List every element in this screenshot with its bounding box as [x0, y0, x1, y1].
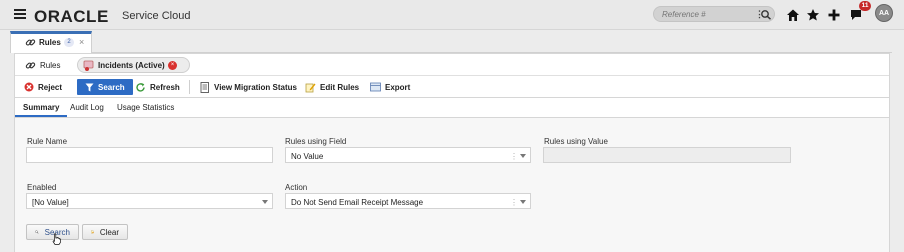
- refresh-button[interactable]: Refresh: [135, 79, 180, 95]
- add-icon[interactable]: [827, 8, 841, 22]
- tab-summary[interactable]: Summary: [23, 103, 59, 112]
- reference-search-box: ⋮: [653, 6, 775, 22]
- tab-rules[interactable]: Rules 2 ×: [10, 31, 92, 53]
- sub-tab-label: Rules: [40, 60, 61, 70]
- rules-panel: Rules Incidents (Active) × Reject Search: [14, 53, 890, 252]
- edit-rules-button[interactable]: Edit Rules: [305, 79, 359, 95]
- tab-count-badge: 2: [64, 38, 74, 47]
- home-icon[interactable]: [786, 8, 800, 22]
- star-icon[interactable]: [806, 8, 820, 22]
- toolbar-divider: [189, 80, 190, 94]
- document-icon: [200, 81, 209, 93]
- reject-button[interactable]: Reject: [24, 79, 62, 95]
- active-tab-indicator: [15, 115, 67, 117]
- clear-icon: [91, 230, 94, 234]
- rules-using-field-select[interactable]: No Value ⋮: [285, 147, 531, 163]
- search-icon: [35, 230, 39, 234]
- edit-rules-label: Edit Rules: [320, 82, 360, 92]
- view-tabs: Summary Audit Log Usage Statistics: [15, 98, 889, 118]
- action-select[interactable]: Do Not Send Email Receipt Message ⋮: [285, 193, 531, 209]
- link-icon: [25, 39, 36, 46]
- chevron-down-icon: [520, 200, 526, 204]
- search-toolbar-button[interactable]: Search: [77, 79, 133, 95]
- workspace-tab-bar: Rules 2 ×: [10, 31, 892, 53]
- incident-icon: [83, 60, 94, 71]
- search-icon[interactable]: [760, 9, 772, 20]
- export-button[interactable]: Export: [370, 79, 410, 95]
- reject-label: Reject: [38, 82, 63, 92]
- export-icon: [370, 82, 381, 92]
- view-migration-status-button[interactable]: View Migration Status: [200, 79, 297, 95]
- enabled-label: Enabled: [27, 183, 57, 192]
- close-icon[interactable]: ×: [168, 61, 177, 70]
- close-icon[interactable]: ×: [79, 37, 84, 47]
- brand-logo: ORACLE: [34, 7, 109, 26]
- avatar[interactable]: AA: [875, 4, 893, 22]
- product-name: Service Cloud: [122, 10, 191, 22]
- drag-handle-icon: ⋮: [510, 198, 518, 207]
- hand-cursor-icon: [52, 233, 61, 245]
- rules-using-value-label: Rules using Value: [544, 137, 608, 146]
- rules-using-value-input: [543, 147, 791, 163]
- toolbar: Reject Search Refresh View Migration Sta…: [15, 76, 889, 98]
- clear-button-label: Clear: [99, 227, 119, 237]
- action-label: Action: [285, 183, 308, 192]
- chevron-down-icon: [262, 200, 268, 204]
- refresh-label: Refresh: [150, 82, 180, 92]
- tab-usage-statistics[interactable]: Usage Statistics: [117, 103, 174, 112]
- edit-icon: [305, 83, 316, 92]
- search-label: Search: [98, 82, 125, 92]
- tab-label: Rules: [39, 38, 61, 47]
- tab-audit-log[interactable]: Audit Log: [70, 103, 104, 112]
- menu-icon[interactable]: [14, 9, 26, 19]
- sub-tab-incidents-active[interactable]: Incidents (Active) ×: [77, 57, 190, 73]
- notification-badge: 11: [859, 1, 871, 11]
- rules-using-field-label: Rules using Field: [285, 137, 347, 146]
- top-bar: ORACLE Service Cloud ⋮ 11 AA: [0, 0, 904, 30]
- reference-input[interactable]: [662, 9, 742, 19]
- enabled-value: [No Value]: [32, 198, 69, 207]
- sub-tab-rules[interactable]: Rules: [25, 58, 60, 72]
- rule-name-input[interactable]: [26, 147, 273, 163]
- view-migration-status-label: View Migration Status: [214, 82, 297, 92]
- search-form: Rule Name Rules using Field No Value ⋮ R…: [15, 118, 889, 252]
- refresh-icon: [136, 82, 145, 92]
- action-value: Do Not Send Email Receipt Message: [291, 198, 424, 207]
- sub-tab-label: Incidents (Active): [98, 61, 165, 70]
- sub-tab-bar: Rules Incidents (Active) ×: [15, 54, 889, 76]
- clear-button[interactable]: Clear: [82, 224, 128, 240]
- export-label: Export: [385, 82, 411, 92]
- drag-handle-icon: ⋮: [510, 152, 518, 161]
- chevron-down-icon: [520, 154, 526, 158]
- reject-icon: [24, 82, 34, 92]
- enabled-select[interactable]: [No Value]: [26, 193, 273, 209]
- filter-icon: [85, 83, 94, 91]
- rule-name-label: Rule Name: [27, 137, 68, 146]
- link-icon: [25, 61, 36, 69]
- rules-using-field-value: No Value: [291, 152, 324, 161]
